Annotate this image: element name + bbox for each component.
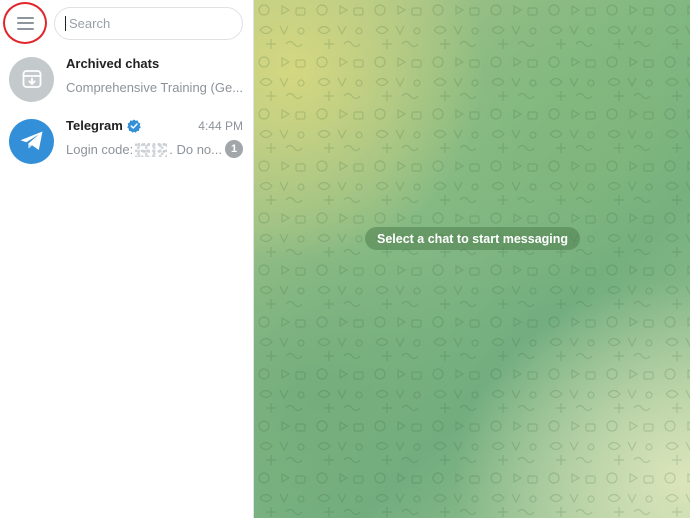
search-input[interactable] xyxy=(65,16,234,31)
chat-title: Archived chats xyxy=(66,56,159,71)
chat-title-label: Archived chats xyxy=(66,56,160,71)
telegram-paper-plane-icon xyxy=(20,131,42,150)
app-window: Archived chats Comprehensive Training (G… xyxy=(0,0,690,518)
hidden-code-blur xyxy=(135,142,168,157)
archive-avatar xyxy=(9,56,54,102)
chat-preview: Comprehensive Training (Ge... xyxy=(66,80,243,95)
unread-badge: 1 xyxy=(225,140,243,158)
chat-preview: Login code: . Do no... xyxy=(66,142,243,157)
menu-button[interactable] xyxy=(3,2,47,44)
chat-background: Select a chat to start messaging xyxy=(254,0,690,518)
sidebar: Archived chats Comprehensive Training (G… xyxy=(0,0,254,518)
chat-title: Telegram xyxy=(66,118,141,133)
preview-end: . Do no... xyxy=(169,142,222,157)
empty-state-message: Select a chat to start messaging xyxy=(365,227,581,250)
doodle-pattern xyxy=(254,0,690,518)
verified-badge-icon xyxy=(127,119,141,133)
telegram-avatar xyxy=(9,118,54,164)
hamburger-icon xyxy=(16,16,34,30)
chat-text: Archived chats Comprehensive Training (G… xyxy=(66,48,243,110)
preview-start: Login code: xyxy=(66,142,134,157)
sidebar-header xyxy=(0,0,253,48)
chat-item-archived[interactable]: Archived chats Comprehensive Training (G… xyxy=(0,48,253,110)
chat-time: 4:44 PM xyxy=(198,119,243,133)
search-box[interactable] xyxy=(54,7,243,40)
chat-title-label: Telegram xyxy=(66,118,123,133)
chat-text: Telegram 4:44 PM Login code: . Do no... … xyxy=(66,110,243,172)
archive-icon xyxy=(22,70,41,88)
chat-item-telegram[interactable]: Telegram 4:44 PM Login code: . Do no... … xyxy=(0,110,253,172)
